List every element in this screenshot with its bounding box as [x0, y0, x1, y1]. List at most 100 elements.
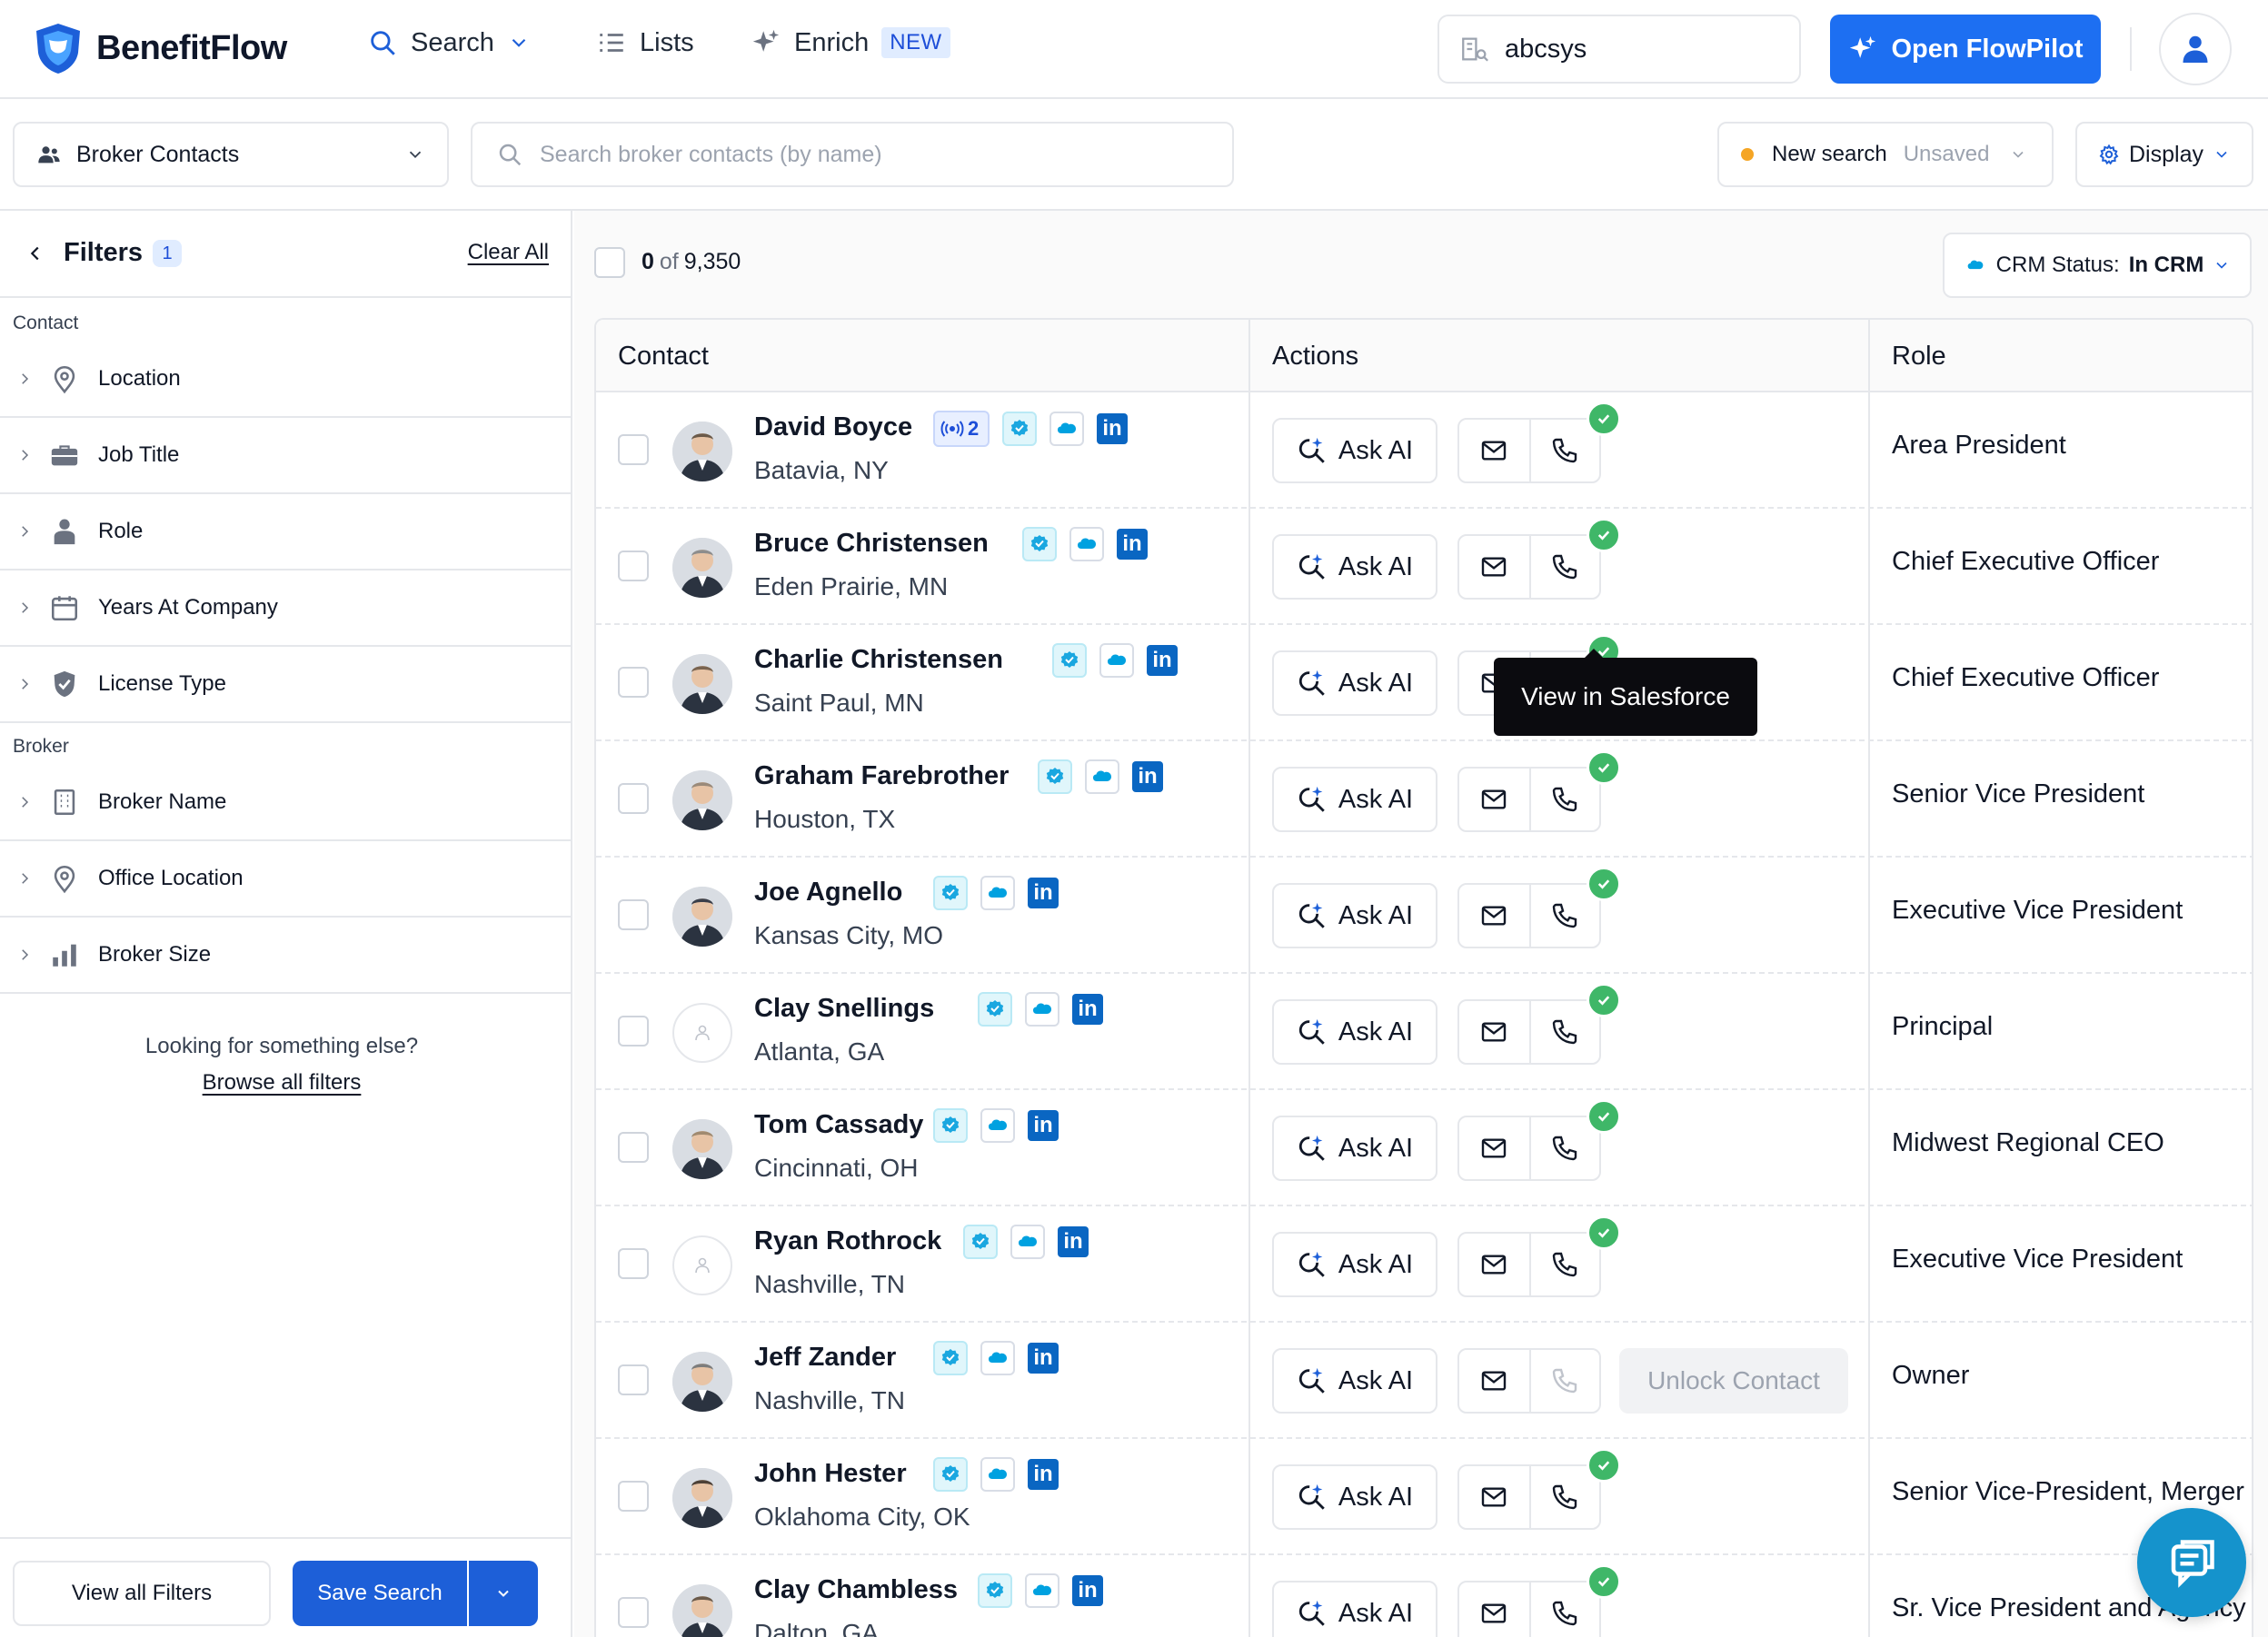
contact-name[interactable]: Joe Agnello: [754, 878, 902, 908]
phone-button[interactable]: [1528, 1117, 1599, 1179]
linkedin-icon[interactable]: in: [1147, 645, 1178, 676]
contact-name[interactable]: Ryan Rothrock: [754, 1226, 941, 1256]
saved-search-select[interactable]: New search Unsaved: [1717, 122, 2054, 187]
company-search-input[interactable]: abcsys: [1437, 15, 1801, 84]
filter-role[interactable]: Role: [0, 494, 571, 570]
contact-name[interactable]: Graham Farebrother: [754, 761, 1009, 791]
save-search-options-button[interactable]: [469, 1561, 538, 1626]
contact-name[interactable]: John Hester: [754, 1459, 907, 1489]
table-row[interactable]: John Hester Oklahoma City, OK in Ask AI: [596, 1439, 2252, 1555]
phone-button[interactable]: [1528, 885, 1599, 947]
row-checkbox[interactable]: [618, 783, 649, 814]
table-row[interactable]: Charlie Christensen Saint Paul, MN in As…: [596, 625, 2252, 741]
filter-job-title[interactable]: Job Title: [0, 418, 571, 494]
contact-name[interactable]: Charlie Christensen: [754, 645, 1003, 675]
email-button[interactable]: [1459, 769, 1529, 830]
display-button[interactable]: Display: [2075, 122, 2253, 187]
email-button[interactable]: [1459, 1117, 1529, 1179]
filter-broker-size[interactable]: Broker Size: [0, 918, 571, 994]
salesforce-link[interactable]: [980, 1108, 1015, 1143]
ask-ai-button[interactable]: Ask AI: [1272, 767, 1437, 832]
table-row[interactable]: Joe Agnello Kansas City, MO in Ask AI Ex…: [596, 858, 2252, 974]
email-button[interactable]: [1459, 1350, 1529, 1412]
phone-button[interactable]: [1528, 420, 1599, 481]
salesforce-link[interactable]: [980, 1341, 1015, 1375]
salesforce-link[interactable]: [1069, 527, 1104, 561]
row-checkbox[interactable]: [618, 899, 649, 930]
phone-button[interactable]: [1528, 1234, 1599, 1295]
row-checkbox[interactable]: [618, 1016, 649, 1047]
crm-status-filter[interactable]: CRM Status: In CRM: [1943, 233, 2252, 298]
phone-button[interactable]: [1528, 769, 1599, 830]
intent-signal-badge[interactable]: 2: [933, 411, 990, 447]
column-header-role[interactable]: Role: [1892, 342, 1946, 372]
table-row[interactable]: Clay Snellings Atlanta, GA in Ask AI Pri…: [596, 974, 2252, 1090]
linkedin-icon[interactable]: in: [1058, 1226, 1089, 1257]
chevron-left-icon[interactable]: [25, 243, 45, 263]
phone-button[interactable]: [1528, 1466, 1599, 1528]
table-row[interactable]: Bruce Christensen Eden Prairie, MN in As…: [596, 509, 2252, 625]
brand[interactable]: BenefitFlow: [33, 22, 287, 74]
email-button[interactable]: [1459, 420, 1529, 481]
clear-all-link[interactable]: Clear All: [468, 240, 549, 265]
email-button[interactable]: [1459, 1001, 1529, 1063]
ask-ai-button[interactable]: Ask AI: [1272, 999, 1437, 1065]
linkedin-icon[interactable]: in: [1028, 878, 1059, 908]
phone-button[interactable]: [1528, 536, 1599, 598]
email-button[interactable]: [1459, 1582, 1529, 1637]
linkedin-icon[interactable]: in: [1117, 529, 1148, 560]
browse-all-filters-label[interactable]: Browse all filters: [203, 1070, 362, 1095]
ask-ai-button[interactable]: Ask AI: [1272, 650, 1437, 716]
contact-name[interactable]: David Boyce: [754, 412, 912, 442]
row-checkbox[interactable]: [618, 1597, 649, 1628]
linkedin-icon[interactable]: in: [1072, 994, 1103, 1025]
nav-lists[interactable]: Lists: [596, 27, 694, 58]
salesforce-link[interactable]: [1099, 643, 1134, 678]
table-row[interactable]: Jeff Zander Nashville, TN in Ask AI Unlo…: [596, 1323, 2252, 1439]
linkedin-icon[interactable]: in: [1072, 1575, 1103, 1606]
salesforce-link[interactable]: [1049, 412, 1084, 446]
email-button[interactable]: [1459, 885, 1529, 947]
contact-name[interactable]: Clay Snellings: [754, 994, 934, 1024]
filter-broker-name[interactable]: Broker Name: [0, 765, 571, 841]
save-search-button[interactable]: Save Search: [293, 1561, 467, 1626]
user-menu-button[interactable]: [2159, 13, 2232, 85]
linkedin-icon[interactable]: in: [1097, 413, 1128, 444]
ask-ai-button[interactable]: Ask AI: [1272, 534, 1437, 600]
phone-button[interactable]: [1528, 1001, 1599, 1063]
table-row[interactable]: Ryan Rothrock Nashville, TN in Ask AI Ex…: [596, 1206, 2252, 1323]
filter-location[interactable]: Location: [0, 342, 571, 418]
linkedin-icon[interactable]: in: [1028, 1343, 1059, 1374]
table-row[interactable]: Graham Farebrother Houston, TX in Ask AI: [596, 741, 2252, 858]
ask-ai-button[interactable]: Ask AI: [1272, 1581, 1437, 1637]
salesforce-link[interactable]: [1085, 759, 1119, 794]
filter-license-type[interactable]: License Type: [0, 647, 571, 723]
salesforce-link[interactable]: [980, 1457, 1015, 1492]
row-checkbox[interactable]: [618, 1132, 649, 1163]
table-row[interactable]: Clay Chambless Dalton, GA in Ask AI Sr. …: [596, 1555, 2252, 1637]
salesforce-link[interactable]: [980, 876, 1015, 910]
salesforce-link[interactable]: [1025, 1573, 1059, 1608]
ask-ai-button[interactable]: Ask AI: [1272, 1464, 1437, 1530]
row-checkbox[interactable]: [618, 551, 649, 581]
ask-ai-button[interactable]: Ask AI: [1272, 883, 1437, 948]
row-checkbox[interactable]: [618, 434, 649, 465]
dataset-select[interactable]: Broker Contacts: [13, 122, 449, 187]
filter-office-location[interactable]: Office Location: [0, 841, 571, 918]
column-header-contact[interactable]: Contact: [618, 342, 709, 372]
unlock-contact-button[interactable]: Unlock Contact: [1619, 1348, 1848, 1414]
linkedin-icon[interactable]: in: [1028, 1459, 1059, 1490]
contact-name[interactable]: Clay Chambless: [754, 1575, 958, 1605]
email-button[interactable]: [1459, 1234, 1529, 1295]
ask-ai-button[interactable]: Ask AI: [1272, 1116, 1437, 1181]
contact-name[interactable]: Bruce Christensen: [754, 529, 989, 559]
row-checkbox[interactable]: [618, 1481, 649, 1512]
ask-ai-button[interactable]: Ask AI: [1272, 418, 1437, 483]
contact-name[interactable]: Jeff Zander: [754, 1343, 896, 1373]
chat-button[interactable]: [2137, 1508, 2246, 1617]
table-row[interactable]: David Boyce Batavia, NY 2 in Ask AI Area…: [596, 392, 2252, 509]
filter-years-at-company[interactable]: Years At Company: [0, 570, 571, 647]
select-all-checkbox[interactable]: [594, 247, 625, 278]
row-checkbox[interactable]: [618, 1364, 649, 1395]
nav-search[interactable]: Search: [367, 27, 531, 58]
